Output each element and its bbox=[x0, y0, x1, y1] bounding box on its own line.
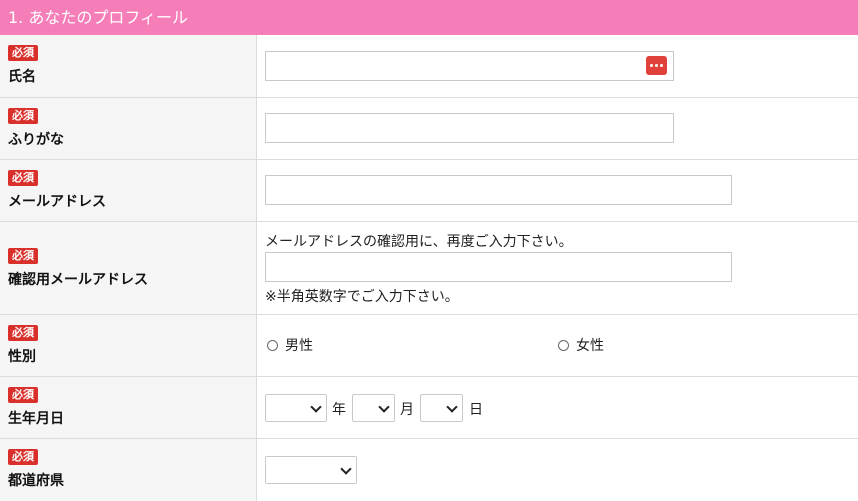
row-prefecture: 必須 都道府県 bbox=[0, 439, 858, 501]
value-cell bbox=[257, 35, 858, 97]
row-name: 必須 氏名 bbox=[0, 35, 858, 98]
value-cell: 年 月 日 bbox=[257, 377, 858, 438]
label-cell: 必須 確認用メールアドレス bbox=[0, 222, 257, 314]
gender-label: 性別 bbox=[8, 349, 36, 365]
email-confirm-note: メールアドレスの確認用に、再度ご入力下さい。 bbox=[265, 234, 573, 250]
day-unit: 日 bbox=[469, 402, 483, 418]
chevron-down-icon bbox=[340, 463, 352, 475]
profile-form: 必須 氏名 必須 ふりがな 必須 メールアドレス 必須 確認用メールアドレス メ… bbox=[0, 35, 858, 501]
label-cell: 必須 ふりがな bbox=[0, 98, 257, 159]
gender-female-option[interactable]: 女性 bbox=[558, 335, 604, 355]
year-select[interactable] bbox=[265, 394, 327, 422]
dots-icon[interactable] bbox=[646, 56, 667, 75]
required-badge: 必須 bbox=[8, 170, 38, 186]
male-label: 男性 bbox=[285, 338, 313, 354]
row-birthday: 必須 生年月日 年 月 日 bbox=[0, 377, 858, 439]
required-badge: 必須 bbox=[8, 108, 38, 124]
row-email: 必須 メールアドレス bbox=[0, 160, 858, 222]
label-cell: 必須 氏名 bbox=[0, 35, 257, 97]
prefecture-label: 都道府県 bbox=[8, 473, 64, 489]
radio-female[interactable] bbox=[558, 339, 569, 351]
radio-male[interactable] bbox=[267, 339, 278, 351]
value-cell bbox=[257, 98, 858, 159]
month-unit: 月 bbox=[400, 402, 414, 418]
email-input[interactable] bbox=[265, 175, 732, 205]
furigana-label: ふりがな bbox=[8, 132, 64, 148]
section-title: 1. あなたのプロフィール bbox=[8, 8, 189, 27]
alphanumeric-note: ※半角英数字でご入力下さい。 bbox=[265, 289, 459, 305]
section-header: 1. あなたのプロフィール bbox=[0, 0, 858, 35]
row-email-confirm: 必須 確認用メールアドレス メールアドレスの確認用に、再度ご入力下さい。 ※半角… bbox=[0, 222, 858, 315]
name-label: 氏名 bbox=[8, 69, 36, 85]
label-cell: 必須 性別 bbox=[0, 315, 257, 376]
value-cell: メールアドレスの確認用に、再度ご入力下さい。 ※半角英数字でご入力下さい。 bbox=[257, 222, 858, 314]
female-label: 女性 bbox=[576, 338, 604, 354]
required-badge: 必須 bbox=[8, 325, 38, 341]
label-cell: 必須 メールアドレス bbox=[0, 160, 257, 221]
row-gender: 必須 性別 男性 女性 bbox=[0, 315, 858, 377]
prefecture-select[interactable] bbox=[265, 456, 357, 484]
chevron-down-icon bbox=[310, 401, 322, 413]
row-furigana: 必須 ふりがな bbox=[0, 98, 858, 160]
email-confirm-input[interactable] bbox=[265, 252, 732, 282]
label-cell: 必須 生年月日 bbox=[0, 377, 257, 438]
month-select[interactable] bbox=[352, 394, 395, 422]
birthday-label: 生年月日 bbox=[8, 411, 64, 427]
day-select[interactable] bbox=[420, 394, 463, 422]
name-input[interactable] bbox=[265, 51, 674, 81]
furigana-input[interactable] bbox=[265, 113, 674, 143]
value-cell bbox=[257, 439, 858, 501]
email-label: メールアドレス bbox=[8, 194, 106, 210]
value-cell bbox=[257, 160, 858, 221]
required-badge: 必須 bbox=[8, 45, 38, 61]
gender-male-option[interactable]: 男性 bbox=[267, 335, 313, 355]
chevron-down-icon bbox=[378, 401, 390, 413]
value-cell: 男性 女性 bbox=[257, 315, 858, 376]
chevron-down-icon bbox=[446, 401, 458, 413]
required-badge: 必須 bbox=[8, 387, 38, 403]
email-confirm-label: 確認用メールアドレス bbox=[8, 272, 148, 288]
required-badge: 必須 bbox=[8, 449, 38, 465]
label-cell: 必須 都道府県 bbox=[0, 439, 257, 501]
year-unit: 年 bbox=[332, 402, 346, 418]
required-badge: 必須 bbox=[8, 248, 38, 264]
